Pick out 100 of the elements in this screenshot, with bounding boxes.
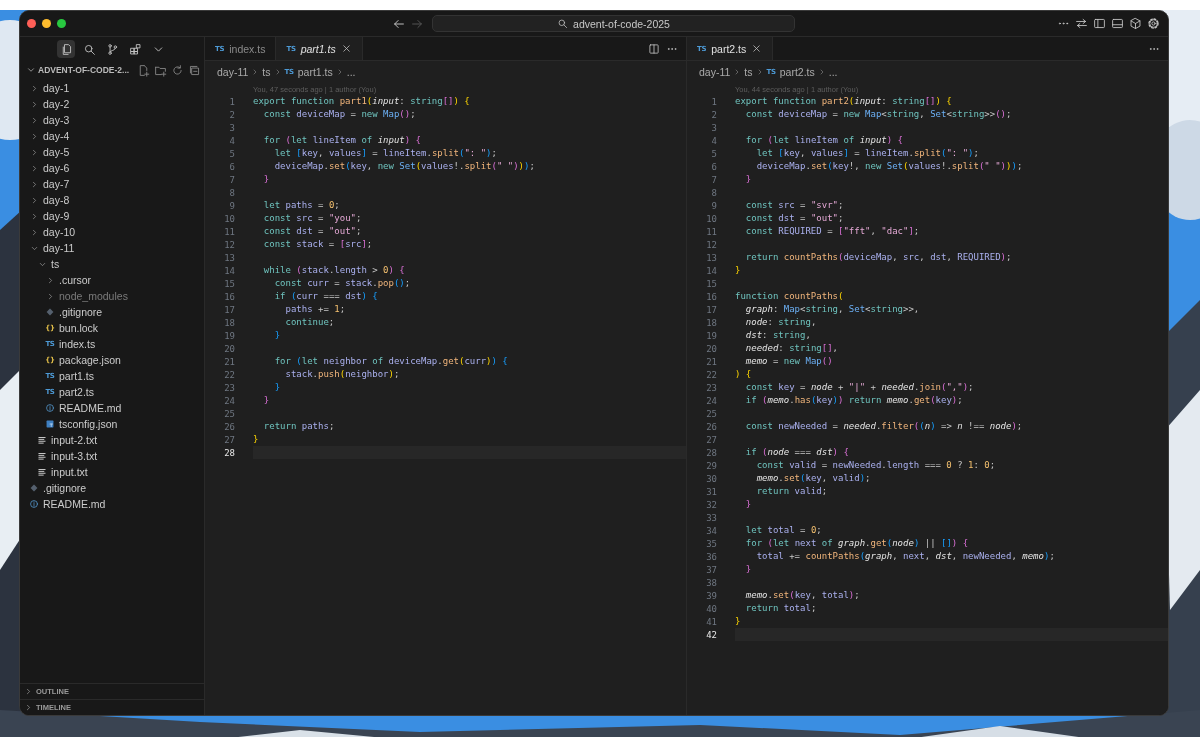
line-number: 24 <box>223 395 235 406</box>
tree-item[interactable]: day-10 <box>20 224 204 240</box>
close-window-button[interactable] <box>27 19 36 28</box>
tree-item[interactable]: day-4 <box>20 128 204 144</box>
breadcrumb-item[interactable]: day-11 <box>217 66 249 78</box>
extensions-icon <box>128 42 142 56</box>
code-line: const newNeeded = needed.filter((n) => n !== node); <box>744 420 1024 433</box>
line-number: 4 <box>228 135 235 146</box>
line-number: 9 <box>228 200 235 211</box>
zoom-window-button[interactable] <box>57 19 66 28</box>
tree-item[interactable]: day-9 <box>20 208 204 224</box>
line-number: 39 <box>705 590 717 601</box>
code-line: const dst = "out"; <box>744 212 845 225</box>
new-file-icon[interactable] <box>137 63 151 77</box>
tree-item[interactable]: day-7 <box>20 176 204 192</box>
tree-item[interactable]: .gitignore <box>20 480 204 496</box>
tree-item[interactable]: .cursor <box>20 272 204 288</box>
swap-arrows-icon[interactable] <box>1075 17 1088 30</box>
tree-item[interactable]: day-5 <box>20 144 204 160</box>
info-file-icon <box>45 403 55 413</box>
close-icon[interactable] <box>751 43 763 54</box>
line-number: 8 <box>710 187 717 198</box>
tree-item[interactable]: day-11 <box>20 240 204 256</box>
line-number: 28 <box>705 447 717 458</box>
code-line: return total; <box>744 602 818 615</box>
command-center-search[interactable]: advent-of-code-2025 <box>432 15 795 32</box>
line-number: 22 <box>705 369 717 380</box>
tree-item[interactable]: day-2 <box>20 96 204 112</box>
tree-item[interactable]: README.md <box>20 496 204 512</box>
tree-item[interactable]: day-3 <box>20 112 204 128</box>
collapse-all-icon[interactable] <box>188 63 202 77</box>
breadcrumb-item[interactable]: ts <box>744 66 753 78</box>
code-line: for (let neighbor of deviceMap.get(curr)) { <box>273 355 509 368</box>
text-file-icon <box>37 435 47 445</box>
panel-layout-icon[interactable] <box>1111 17 1124 30</box>
line-number: 16 <box>705 291 717 302</box>
tree-item[interactable]: README.md <box>20 400 204 416</box>
settings-icon[interactable] <box>1147 17 1160 30</box>
code-line: const deviceMap = new Map<string, Set<string>>(); <box>744 108 1013 121</box>
code-line: total += countPaths(graph, next, dst, newNeeded, memo); <box>755 550 1056 563</box>
line-number: 37 <box>705 564 717 575</box>
tree-item[interactable]: input-2.txt <box>20 432 204 448</box>
code-line: return paths; <box>262 420 336 433</box>
tree-item[interactable]: day-8 <box>20 192 204 208</box>
breadcrumb-item[interactable]: day-11 <box>699 66 731 78</box>
line-number: 15 <box>705 278 717 289</box>
search-icon <box>82 42 96 56</box>
code-line: paths += 1; <box>284 303 347 316</box>
line-number: 36 <box>705 551 717 562</box>
code-line: stack.push(neighbor); <box>284 368 401 381</box>
tree-item[interactable]: tsconfig.json <box>20 416 204 432</box>
code-line: const stack = [src]; <box>262 238 374 251</box>
activity-tab[interactable] <box>57 40 75 58</box>
sidebar-layout-icon[interactable] <box>1093 17 1106 30</box>
minimize-window-button[interactable] <box>42 19 51 28</box>
code-line: deviceMap.set(key, new Set(values!.split(" "))); <box>273 160 536 173</box>
line-number: 19 <box>705 330 717 341</box>
gitignore-file-icon <box>29 483 39 493</box>
line-number: 14 <box>223 265 235 276</box>
breadcrumb-item[interactable]: ... <box>346 66 356 78</box>
tree-item[interactable]: input.txt <box>20 464 204 480</box>
line-number: 31 <box>705 486 717 497</box>
tree-item[interactable]: day-1 <box>20 80 204 96</box>
tree-item[interactable]: day-6 <box>20 160 204 176</box>
line-number: 12 <box>705 239 717 250</box>
code-line: const valid = newNeeded.length === 0 ? 1: 0; <box>755 459 997 472</box>
line-number: 11 <box>705 226 717 237</box>
tree-item[interactable]: ts <box>20 256 204 272</box>
line-number: 1 <box>710 96 717 107</box>
line-number: 40 <box>705 603 717 614</box>
breadcrumb-item[interactable]: ... <box>828 66 838 78</box>
refresh-icon[interactable] <box>171 63 185 77</box>
line-number: 9 <box>710 200 717 211</box>
breadcrumb-item[interactable]: ts <box>262 66 271 78</box>
line-number: 25 <box>705 408 717 419</box>
tree-item[interactable]: node_modules <box>20 288 204 304</box>
line-number: 15 <box>223 278 235 289</box>
close-icon[interactable] <box>340 43 352 54</box>
code-line: const src = "svr"; <box>744 199 845 212</box>
code-line: const REQUIRED = ["fft", "dac"]; <box>744 225 921 238</box>
line-number: 42 <box>705 629 717 640</box>
code-line: memo.set(key, valid); <box>755 472 872 485</box>
code-line: } <box>262 173 271 186</box>
line-number: 3 <box>228 122 235 133</box>
split-editor-icon[interactable] <box>648 42 660 55</box>
tree-item[interactable]: .gitignore <box>20 304 204 320</box>
line-number: 32 <box>705 499 717 510</box>
line-number: 7 <box>228 174 235 185</box>
line-number: 23 <box>223 382 235 393</box>
line-number: 33 <box>705 512 717 523</box>
code-line: let [key, values] = lineItem.split(": "); <box>755 147 980 160</box>
line-number: 5 <box>710 148 717 159</box>
code-line: node: string, <box>744 316 818 329</box>
line-number: 27 <box>223 434 235 445</box>
line-number: 2 <box>228 109 235 120</box>
cube-icon[interactable] <box>1129 17 1142 30</box>
line-number: 6 <box>228 161 235 172</box>
code-line: } <box>273 381 282 394</box>
tree-item[interactable]: input-3.txt <box>20 448 204 464</box>
line-number: 35 <box>705 538 717 549</box>
